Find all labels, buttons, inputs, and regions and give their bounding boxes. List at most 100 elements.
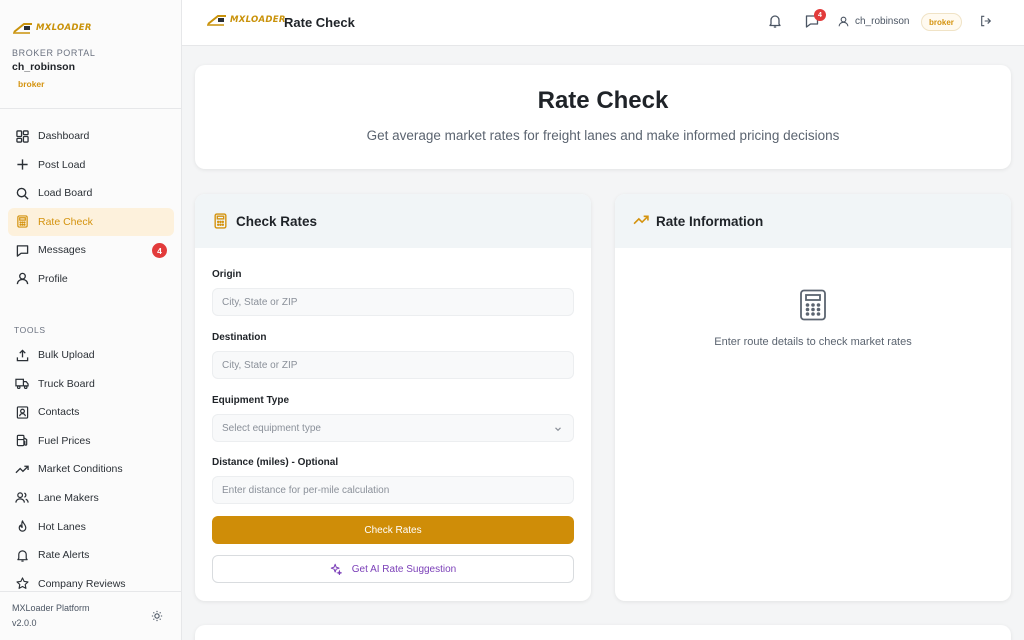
sidebar-item-rate-alerts[interactable]: Rate Alerts (8, 541, 174, 569)
hero-subtitle: Get average market rates for freight lan… (366, 128, 840, 143)
destination-label: Destination (212, 332, 267, 343)
message-icon (15, 243, 29, 257)
sidebar-logo[interactable]: MXLOADER (12, 18, 92, 38)
fuel-icon (15, 434, 29, 448)
rate-information-empty-text: Enter route details to check market rate… (714, 336, 912, 348)
sidebar-divider (0, 108, 181, 109)
sidebar-item-fuel-prices[interactable]: Fuel Prices (8, 427, 174, 455)
sidebar-footer-divider (0, 591, 181, 592)
header-messages-badge: 4 (814, 9, 826, 21)
sidebar-item-hot-lanes[interactable]: Hot Lanes (8, 513, 174, 541)
bell-icon (769, 15, 781, 28)
sidebar-item-label: Truck Board (38, 377, 95, 390)
star-icon (15, 577, 29, 591)
hero-title: Rate Check (537, 87, 669, 114)
sidebar-item-label: Messages (38, 244, 86, 257)
tools-section-label: TOOLS (14, 325, 46, 335)
check-rates-header: Check Rates (195, 194, 591, 248)
upload-icon (15, 348, 29, 362)
sidebar-item-label: Hot Lanes (38, 520, 86, 533)
header-logo[interactable]: MXLOADER (206, 13, 286, 27)
chevron-down-icon (553, 424, 563, 434)
check-rates-card: Check Rates Origin Destination Equipment… (195, 194, 591, 601)
sidebar-item-company-reviews[interactable]: Company Reviews (8, 570, 174, 598)
hero-card: Rate Check Get average market rates for … (195, 65, 1011, 169)
check-rates-title: Check Rates (236, 213, 318, 229)
sparkles-icon (330, 563, 342, 575)
sidebar-item-market-conditions[interactable]: Market Conditions (8, 455, 174, 483)
sidebar-item-label: Fuel Prices (38, 434, 91, 447)
sun-icon (151, 610, 163, 622)
rate-information-card: Rate Information Enter route details to … (615, 194, 1011, 601)
calculator-icon (213, 213, 229, 229)
sidebar-item-label: Bulk Upload (38, 349, 95, 361)
sidebar-item-label: Company Reviews (38, 577, 126, 590)
header-username[interactable]: ch_robinson (855, 16, 909, 27)
flame-icon (15, 520, 29, 534)
sidebar-item-label: Load Board (38, 187, 93, 200)
sidebar-item-label: Rate Alerts (38, 549, 90, 562)
logo-icon (13, 23, 32, 34)
notifications-button[interactable] (768, 14, 784, 30)
ai-rate-suggestion-button[interactable]: Get AI Rate Suggestion (212, 555, 574, 583)
sidebar-item-messages[interactable]: Messages 4 (8, 236, 174, 264)
users-icon (15, 491, 29, 505)
user-icon (15, 272, 29, 286)
sidebar-username: ch_robinson (12, 61, 76, 73)
sidebar-item-label: Dashboard (38, 130, 90, 142)
user-icon (838, 16, 850, 28)
sidebar-item-bulk-upload[interactable]: Bulk Upload (8, 341, 174, 369)
plus-icon (15, 158, 29, 172)
header-role-badge: broker (921, 13, 962, 31)
sidebar-item-label: Post Load (38, 158, 86, 171)
logo-icon (207, 15, 226, 26)
theme-toggle-button[interactable] (148, 607, 166, 625)
sidebar-nav: Dashboard Post Load Load Board Rate Chec… (8, 122, 174, 294)
sidebar-item-lane-makers[interactable]: Lane Makers (8, 484, 174, 512)
platform-version: v2.0.0 (12, 618, 37, 628)
equipment-type-label: Equipment Type (212, 395, 290, 406)
sidebar-item-rate-check[interactable]: Rate Check (8, 207, 174, 236)
sidebar-item-truck-board[interactable]: Truck Board (8, 370, 174, 398)
dashboard-icon (15, 129, 29, 143)
rate-information-header: Rate Information (615, 194, 1011, 248)
ai-rate-suggestion-label: Get AI Rate Suggestion (351, 563, 457, 575)
logout-button[interactable] (980, 15, 994, 29)
sidebar-item-label: Market Conditions (38, 463, 123, 476)
contacts-icon (15, 405, 29, 419)
distance-input[interactable] (212, 476, 574, 504)
equipment-type-select[interactable]: Select equipment type (212, 414, 574, 442)
distance-label: Distance (miles) - Optional (212, 457, 339, 468)
sidebar: MXLOADER BROKER PORTAL ch_robinson broke… (0, 0, 182, 640)
logo-text: MXLOADER (230, 15, 286, 25)
sidebar-item-profile[interactable]: Profile (8, 265, 174, 293)
sidebar-item-post-load[interactable]: Post Load (8, 151, 174, 179)
calculator-icon (15, 215, 29, 229)
top-header: MXLOADER Rate Check 4 ch_robinson broker (182, 0, 1024, 46)
portal-label: BROKER PORTAL (12, 48, 96, 58)
sidebar-item-label: Lane Makers (38, 491, 99, 504)
trending-up-icon (15, 462, 29, 476)
sidebar-item-label: Profile (38, 272, 68, 285)
sidebar-item-label: Rate Check (38, 215, 93, 228)
bell-icon (15, 548, 29, 562)
sidebar-tools: Bulk Upload Truck Board Contacts Fuel Pr… (8, 341, 174, 598)
truck-icon (15, 377, 29, 391)
equipment-type-placeholder: Select equipment type (222, 422, 321, 434)
sidebar-item-contacts[interactable]: Contacts (8, 398, 174, 426)
sidebar-role-badge: broker (18, 79, 45, 89)
page-title: Rate Check (284, 15, 355, 30)
logout-icon (981, 15, 992, 27)
next-card-edge (195, 625, 1011, 640)
rate-information-title: Rate Information (656, 213, 764, 229)
logo-text: MXLOADER (36, 23, 92, 33)
sidebar-item-dashboard[interactable]: Dashboard (8, 122, 174, 150)
search-icon (15, 186, 29, 200)
origin-input[interactable] (212, 288, 574, 316)
destination-input[interactable] (212, 351, 574, 379)
calculator-icon (798, 289, 828, 321)
sidebar-item-load-board[interactable]: Load Board (8, 179, 174, 207)
check-rates-button[interactable]: Check Rates (212, 516, 574, 544)
sidebar-item-label: Contacts (38, 406, 80, 419)
trending-up-icon (633, 213, 649, 229)
